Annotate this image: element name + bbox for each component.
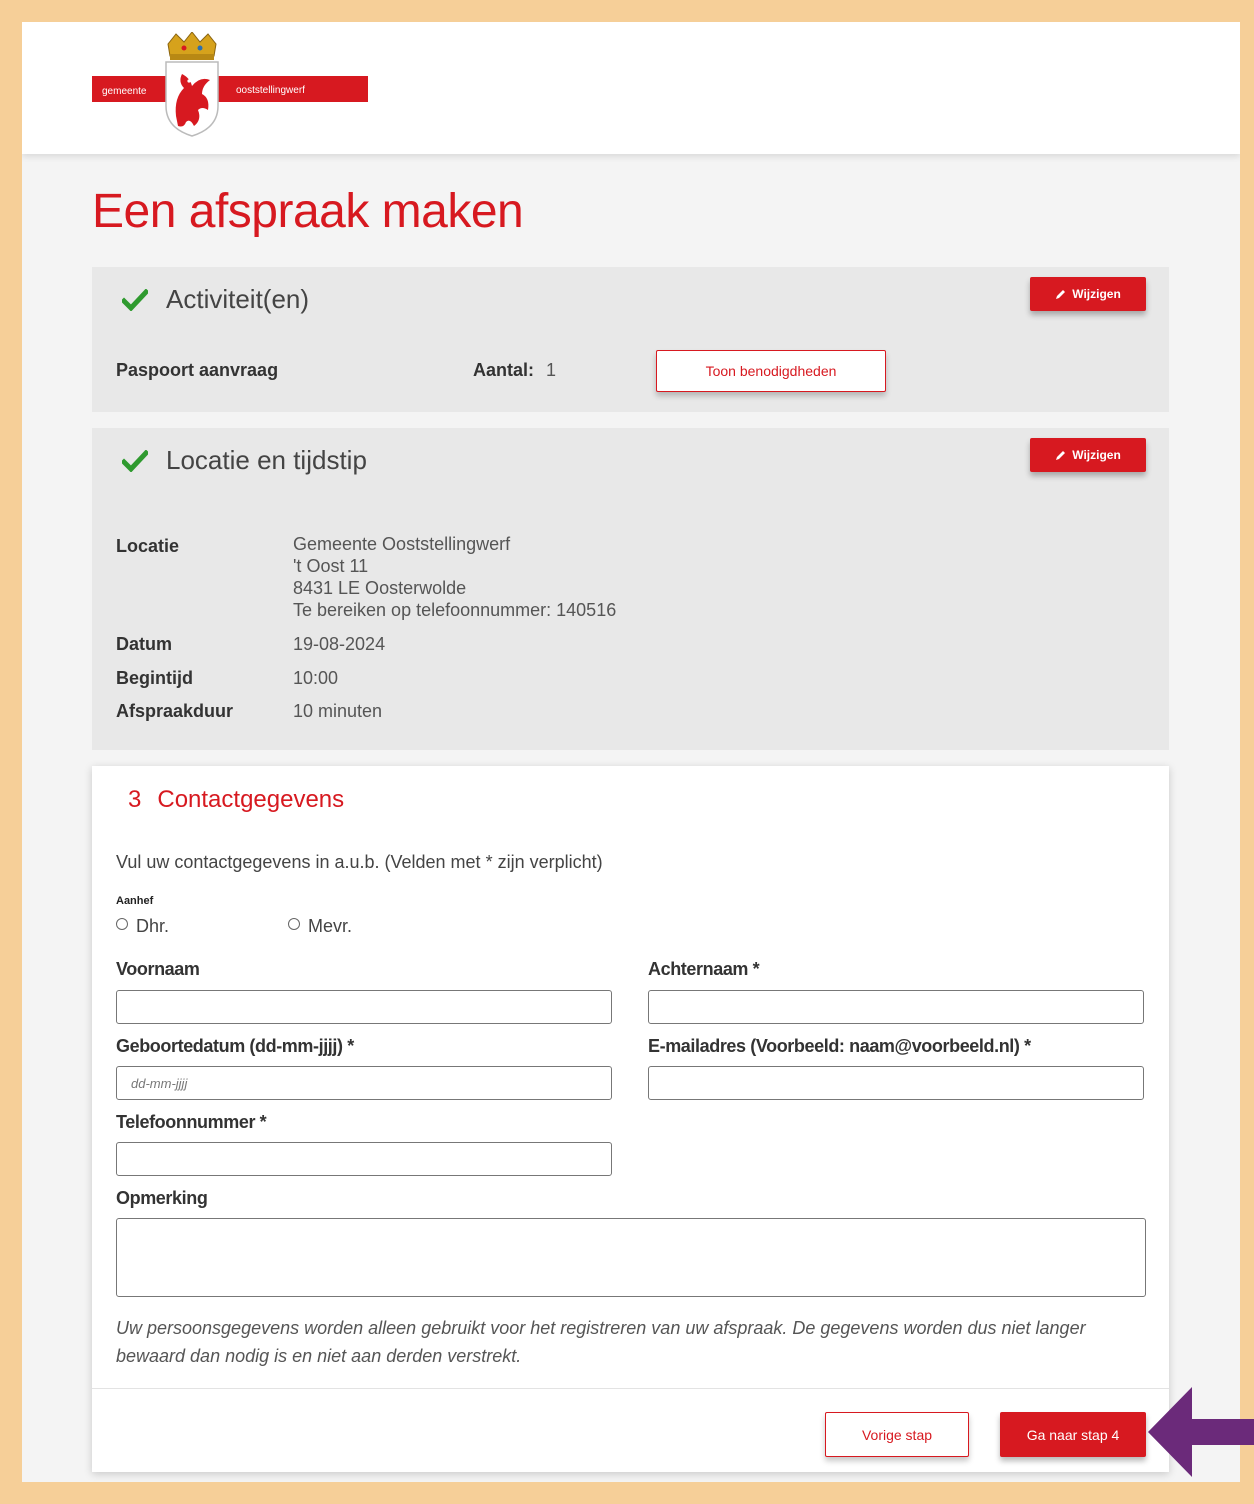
contact-form: 3 Contactgegevens Vul uw contactgegevens … <box>92 766 1169 1472</box>
address-line: 't Oost 11 <box>293 556 369 576</box>
page-frame: gemeente ooststellingwerf Een afspraak m… <box>22 22 1240 1482</box>
check-icon <box>122 288 148 311</box>
pencil-icon <box>1056 451 1066 460</box>
start-time-label: Begintijd <box>116 668 193 688</box>
duration-label: Afspraakduur <box>116 701 234 721</box>
radio-mr-label: Dhr. <box>136 916 170 936</box>
form-intro: Vul uw contactgegevens in a.u.b. (Velden… <box>116 852 603 872</box>
location-label: Locatie <box>116 536 180 556</box>
first-name-input[interactable] <box>116 990 612 1024</box>
remark-textarea[interactable] <box>116 1218 1146 1297</box>
count-label: Aantal: <box>473 360 535 380</box>
address-line: Te bereiken op telefoonnummer: 140516 <box>293 600 617 620</box>
radio-circle[interactable] <box>288 917 300 930</box>
activities-title: Activiteit(en) <box>166 284 310 314</box>
edit-location-button[interactable]: Wijzigen <box>1030 438 1146 472</box>
page-title: Een afspraak maken <box>92 185 524 238</box>
date-label: Datum <box>116 634 173 654</box>
activities-header: Activiteit(en) <box>122 284 309 315</box>
count-value: 1 <box>546 360 557 380</box>
location-header: Locatie en tijdstip <box>122 445 367 476</box>
activity-name: Paspoort aanvraag <box>116 360 279 380</box>
radio-mrs[interactable]: Mevr. <box>288 916 352 937</box>
contact-title: 3 Contactgegevens <box>128 786 344 814</box>
divider <box>92 1388 1169 1389</box>
radio-mr[interactable]: Dhr. <box>116 916 169 937</box>
svg-text:gemeente: gemeente <box>102 86 147 97</box>
check-icon <box>122 449 148 472</box>
date-value: 19-08-2024 <box>293 634 386 654</box>
step-number: 3 <box>128 786 142 813</box>
location-panel: Locatie en tijdstip Wijzigen Locatie Gem… <box>92 428 1169 750</box>
last-name-input[interactable] <box>648 990 1144 1024</box>
site-header: gemeente ooststellingwerf <box>22 22 1240 154</box>
address-line: Gemeente Ooststellingwerf <box>293 534 511 554</box>
last-name-label: Achternaam * <box>648 959 760 979</box>
email-input[interactable] <box>648 1066 1144 1100</box>
next-step-button[interactable]: Ga naar stap 4 <box>1000 1412 1146 1457</box>
first-name-label: Voornaam <box>116 959 200 979</box>
svg-text:ooststellingwerf: ooststellingwerf <box>236 85 305 96</box>
remark-label: Opmerking <box>116 1188 208 1208</box>
location-address: Gemeente Ooststellingwerf 't Oost 11 843… <box>293 533 616 621</box>
edit-location-label: Wijzigen <box>1072 448 1121 462</box>
phone-label: Telefoonnummer * <box>116 1112 267 1132</box>
activities-panel: Activiteit(en) Wijzigen Paspoort aanvraa… <box>92 267 1169 412</box>
left-arrow-icon <box>1148 1387 1254 1477</box>
birthdate-label: Geboortedatum (dd-mm-jjjj) * <box>116 1036 354 1056</box>
phone-input[interactable] <box>116 1142 612 1176</box>
location-title: Locatie en tijdstip <box>166 445 367 475</box>
privacy-notice: Uw persoonsgegevens worden alleen gebrui… <box>116 1318 1086 1366</box>
previous-step-button[interactable]: Vorige stap <box>825 1412 969 1457</box>
birthdate-input[interactable] <box>116 1066 612 1100</box>
show-requirements-button[interactable]: Toon benodigdheden <box>656 350 886 392</box>
salutation-label: Aanhef <box>116 895 154 907</box>
email-label: E-mailadres (Voorbeeld: naam@voorbeeld.n… <box>648 1036 1031 1056</box>
address-line: 8431 LE Oosterwolde <box>293 578 467 598</box>
edit-activities-label: Wijzigen <box>1072 287 1121 301</box>
radio-mrs-label: Mevr. <box>308 916 353 936</box>
radio-circle[interactable] <box>116 917 128 930</box>
pencil-icon <box>1056 290 1066 299</box>
contact-title-text: Contactgegevens <box>157 786 345 813</box>
start-time-value: 10:00 <box>293 668 339 688</box>
duration-value: 10 minuten <box>293 701 383 721</box>
municipality-logo[interactable]: gemeente ooststellingwerf <box>90 32 372 138</box>
edit-activities-button[interactable]: Wijzigen <box>1030 277 1146 311</box>
